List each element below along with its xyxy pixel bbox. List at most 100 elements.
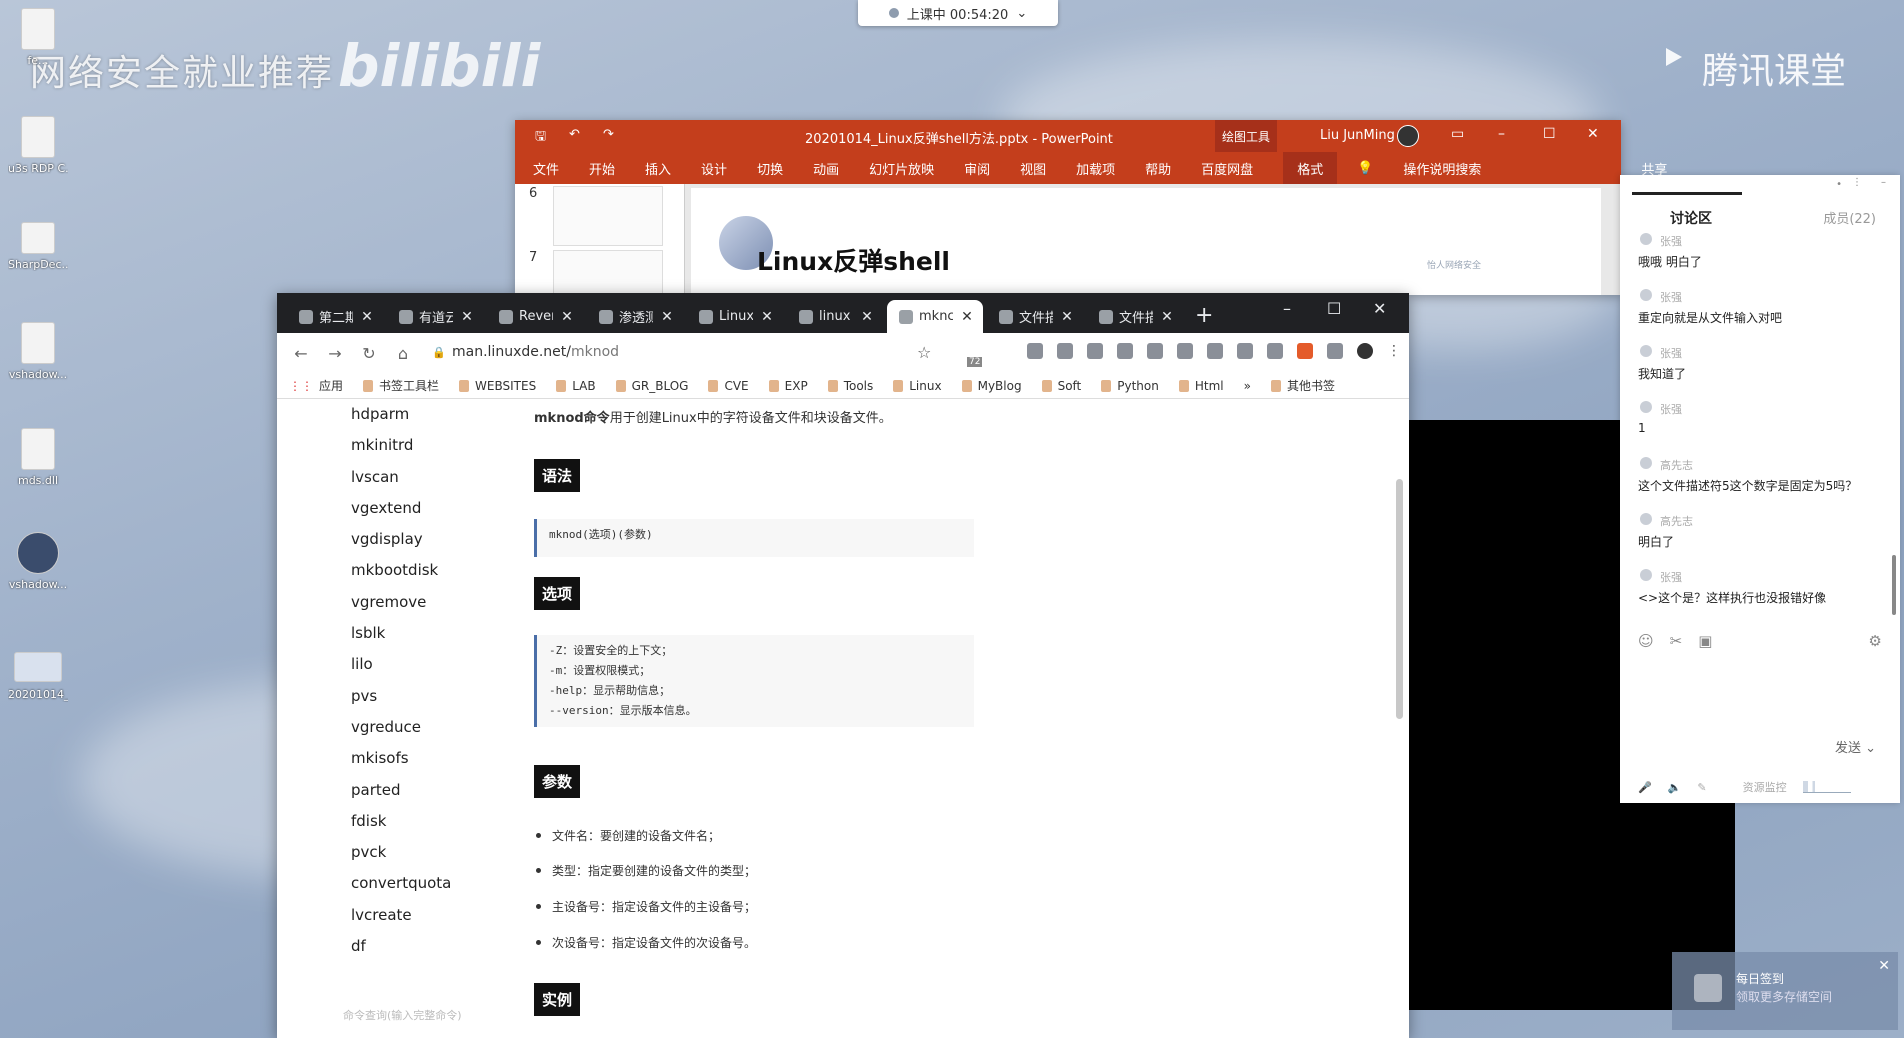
extension-icon[interactable] [1177, 343, 1193, 359]
extension-icon[interactable] [1057, 343, 1073, 359]
minimize-icon[interactable]: – [1498, 126, 1505, 142]
bookmark-folder[interactable]: Tools [827, 379, 873, 393]
bookmarks-overflow[interactable]: » [1244, 379, 1251, 393]
browser-tab[interactable]: Linux ✕ [687, 300, 783, 333]
maximize-icon[interactable]: ☐ [1543, 126, 1556, 142]
save-icon[interactable]: 🖫 [535, 127, 546, 149]
slide-canvas[interactable]: Linux反弹shell 怡人网络安全 [691, 188, 1601, 295]
desktop-icon[interactable]: vshadow... [8, 532, 68, 591]
browser-tab-active[interactable]: mknc ✕ [887, 300, 983, 333]
close-icon[interactable]: ✕ [459, 309, 475, 325]
slide-thumbnail[interactable] [553, 186, 663, 246]
ribbon-tab[interactable]: 动画 [813, 159, 839, 178]
sidebar-link[interactable]: lvscan [351, 468, 451, 499]
sidebar-link[interactable]: mkbootdisk [351, 561, 451, 592]
avatar[interactable] [1357, 343, 1373, 359]
ribbon-tab[interactable]: 加载项 [1076, 159, 1115, 178]
extension-icon[interactable] [1267, 343, 1283, 359]
sidebar-link[interactable]: mkinitrd [351, 436, 451, 467]
url-field[interactable]: man.linuxde.net/mknod [452, 344, 619, 360]
ribbon-tab[interactable]: 切换 [757, 159, 783, 178]
ribbon-display-icon[interactable]: ▭ [1451, 126, 1464, 142]
browser-tab[interactable]: 渗透测 ✕ [587, 300, 683, 333]
close-icon[interactable]: ✕ [1059, 309, 1075, 325]
home-icon[interactable]: ⌂ [391, 344, 415, 363]
ribbon-tab-format[interactable]: 格式 [1283, 150, 1338, 186]
tell-me-search[interactable]: 操作说明搜索 [1403, 159, 1481, 178]
desktop-icon[interactable]: fe... [8, 8, 68, 67]
sidebar-link[interactable]: lvcreate [351, 906, 451, 937]
browser-tab[interactable]: 文件描 ✕ [1087, 300, 1183, 333]
browser-tab[interactable]: 有道云 ✕ [387, 300, 483, 333]
sidebar-link[interactable]: hdparm [351, 405, 451, 436]
bookmark-apps[interactable]: ⋮⋮ 应用 [289, 377, 343, 394]
ribbon-tab[interactable]: 百度网盘 [1201, 159, 1253, 178]
extension-icon[interactable] [1027, 343, 1043, 359]
bookmark-folder[interactable]: WEBSITES [459, 379, 536, 393]
bookmark-folder[interactable]: Soft [1041, 379, 1081, 393]
ribbon-tab[interactable]: 审阅 [964, 159, 990, 178]
extension-icon[interactable] [1087, 343, 1103, 359]
desktop-icon[interactable]: SharpDec... [8, 222, 68, 271]
bookmark-folder[interactable]: Linux [893, 379, 942, 393]
emoji-icon[interactable]: ☺ [1638, 632, 1654, 650]
scrollbar-thumb[interactable] [1396, 479, 1403, 719]
pen-icon[interactable]: ✎ [1697, 781, 1706, 794]
close-icon[interactable]: ✕ [859, 309, 875, 325]
minimize-icon[interactable]: – [1881, 177, 1886, 188]
browser-tab[interactable]: Rever ✕ [487, 300, 583, 333]
chevron-down-icon[interactable]: ⌄ [1865, 741, 1876, 756]
tab-members[interactable]: 成员(22) [1823, 208, 1876, 227]
scissors-icon[interactable]: ✂ [1670, 632, 1683, 650]
minimize-icon[interactable]: – [1283, 299, 1291, 318]
desktop-icon[interactable]: mds.dll [8, 428, 68, 487]
speaker-icon[interactable]: 🔈 [1668, 781, 1682, 794]
ribbon-tab[interactable]: 文件 [533, 159, 559, 178]
close-icon[interactable]: ✕ [359, 309, 375, 325]
bookmark-folder[interactable]: GR_BLOG [615, 379, 688, 393]
sidebar-link[interactable]: mkisofs [351, 749, 451, 780]
sidebar-link[interactable]: vgextend [351, 499, 451, 530]
extension-icon[interactable] [1297, 343, 1313, 359]
image-icon[interactable]: ▣ [1698, 632, 1712, 650]
pin-icon[interactable]: • [1836, 179, 1842, 190]
sidebar-link[interactable]: vgreduce [351, 718, 451, 749]
browser-tab[interactable]: 文件描 ✕ [987, 300, 1083, 333]
command-search-hint[interactable]: 命令查询(输入完整命令) [343, 1007, 462, 1023]
redo-icon[interactable]: ↷ [603, 127, 614, 142]
sidebar-link[interactable]: parted [351, 781, 451, 812]
close-icon[interactable]: ✕ [1587, 126, 1599, 142]
bookmark-other[interactable]: 其他书签 [1270, 377, 1335, 394]
sidebar-link[interactable]: fdisk [351, 812, 451, 843]
new-tab-button[interactable]: + [1195, 303, 1213, 328]
bookmark-folder[interactable]: MyBlog [961, 379, 1022, 393]
browser-window[interactable]: 第二期 ✕ 有道云 ✕ Rever ✕ 渗透测 ✕ Linux ✕ linux ✕ mknc… [277, 293, 1409, 1038]
close-icon[interactable]: ✕ [1159, 309, 1175, 325]
sidebar-link[interactable]: convertquota [351, 874, 451, 905]
extension-icon[interactable] [1237, 343, 1253, 359]
bookmark-folder[interactable]: Html [1178, 379, 1224, 393]
sidebar-link[interactable]: lilo [351, 655, 451, 686]
more-menu-icon[interactable]: ⋮ [1387, 343, 1401, 359]
avatar[interactable] [1397, 125, 1419, 147]
sidebar-link[interactable]: vgdisplay [351, 530, 451, 561]
close-icon[interactable]: ✕ [659, 309, 675, 325]
resource-monitor-label[interactable]: 资源监控 [1743, 779, 1787, 795]
more-menu-icon[interactable]: ⋮ [1852, 177, 1862, 188]
slide-title[interactable]: Linux反弹shell [757, 242, 950, 278]
sidebar-link[interactable]: pvs [351, 687, 451, 718]
forward-icon[interactable]: → [323, 344, 347, 363]
puzzle-icon[interactable] [1327, 343, 1343, 359]
close-icon[interactable]: ✕ [759, 309, 775, 325]
back-icon[interactable]: ← [289, 344, 313, 363]
tab-discussion[interactable]: 讨论区 [1670, 208, 1712, 228]
class-status-bar[interactable]: 上课中 00:54:20 ⌄ [858, 0, 1058, 26]
desktop-icon[interactable]: u3s RDP C... [8, 116, 68, 175]
extension-icon[interactable] [1147, 343, 1163, 359]
sidebar-link[interactable]: lsblk [351, 624, 451, 655]
discussion-panel[interactable]: • ⋮ – 讨论区 成员(22) 张强 哦哦 明白了 张强 重定向就是从文件输入对吧… [1620, 175, 1900, 803]
close-icon[interactable]: ✕ [1373, 299, 1386, 318]
ribbon-tab[interactable]: 幻灯片放映 [869, 159, 934, 178]
ribbon-tab[interactable]: 帮助 [1145, 159, 1171, 178]
signin-toast[interactable]: 每日签到 领取更多存储空间 ✕ [1672, 952, 1898, 1030]
